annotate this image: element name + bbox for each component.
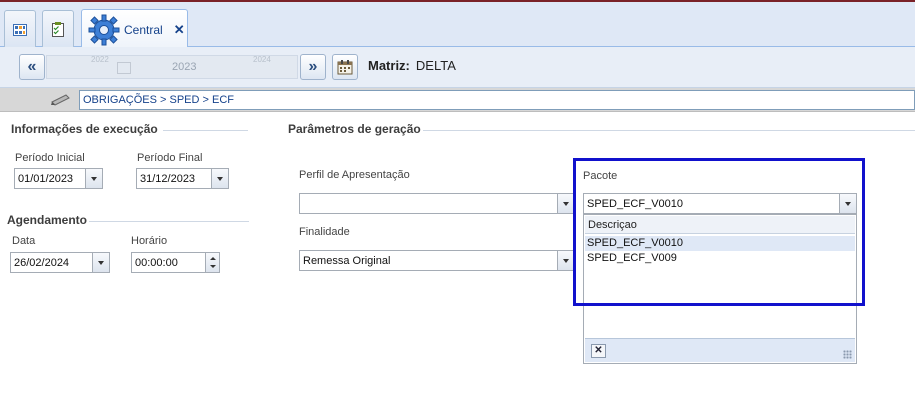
agendamento-heading: Agendamento bbox=[7, 213, 88, 227]
year-nav-bar: « 2022 2023 2024 » Matriz: DELTA bbox=[0, 47, 915, 88]
chevron-down-icon bbox=[845, 201, 851, 206]
execucao-divider bbox=[163, 130, 248, 131]
chevron-down-icon bbox=[91, 176, 97, 181]
parametros-divider bbox=[423, 130, 915, 131]
resize-grip-icon[interactable] bbox=[843, 350, 852, 359]
execucao-heading: Informações de execução bbox=[11, 122, 158, 136]
breadcrumb: OBRIGAÇÕES > SPED > ECF bbox=[79, 90, 915, 110]
matriz-info: Matriz: DELTA bbox=[368, 58, 456, 73]
list-item[interactable]: SPED_ECF_V0010 bbox=[585, 236, 855, 251]
calendar-button[interactable] bbox=[332, 54, 358, 80]
data-field[interactable]: 26/02/2024 bbox=[10, 252, 110, 273]
chevron-down-icon bbox=[563, 201, 569, 206]
chevron-down-icon bbox=[98, 260, 104, 265]
periodo-inicial-value: 01/01/2023 bbox=[18, 173, 74, 185]
year-next-label: 2024 bbox=[253, 55, 271, 64]
checklist-tab[interactable] bbox=[42, 10, 74, 48]
dropdown-footer: ✕ bbox=[585, 338, 855, 362]
next-year-button[interactable]: » bbox=[300, 54, 326, 80]
periodo-inicial-field[interactable]: 01/01/2023 bbox=[14, 168, 103, 189]
finalidade-field[interactable]: Remessa Original bbox=[299, 250, 575, 271]
list-item[interactable]: SPED_ECF_V009 bbox=[585, 251, 855, 266]
periodo-final-value: 31/12/2023 bbox=[140, 173, 196, 185]
periodo-final-field[interactable]: 31/12/2023 bbox=[136, 168, 229, 189]
gear-icon bbox=[88, 14, 120, 45]
spin-up-icon bbox=[210, 257, 216, 260]
periodo-final-label: Período Final bbox=[137, 152, 203, 164]
horario-spinner[interactable] bbox=[205, 253, 219, 272]
grid-view-tab[interactable] bbox=[4, 10, 36, 48]
data-dropdown-button[interactable] bbox=[92, 253, 109, 272]
clipboard-icon bbox=[52, 22, 64, 37]
finalidade-dropdown-button[interactable] bbox=[557, 251, 574, 270]
finalidade-label: Finalidade bbox=[299, 226, 350, 238]
double-chevron-left-icon: « bbox=[27, 58, 37, 75]
finalidade-value: Remessa Original bbox=[303, 255, 391, 267]
parametros-heading: Parâmetros de geração bbox=[288, 122, 421, 136]
chevron-down-icon bbox=[217, 176, 223, 181]
horario-field[interactable]: 00:00:00 bbox=[131, 252, 220, 273]
perfil-field[interactable] bbox=[299, 193, 575, 214]
chevron-down-icon bbox=[563, 258, 569, 263]
spin-down-icon bbox=[210, 265, 216, 268]
periodo-inicial-dropdown-button[interactable] bbox=[85, 169, 102, 188]
calendar-faded-icon bbox=[117, 62, 131, 74]
year-prev-label: 2022 bbox=[91, 55, 109, 64]
matriz-label: Matriz: bbox=[368, 58, 410, 73]
tab-central-label: Central bbox=[124, 22, 163, 37]
calendar-icon bbox=[337, 60, 353, 75]
periodo-inicial-label: Período Inicial bbox=[15, 152, 85, 164]
pacote-field[interactable]: SPED_ECF_V0010 bbox=[583, 193, 857, 214]
year-selector[interactable]: 2022 2023 2024 bbox=[46, 55, 298, 79]
data-value: 26/02/2024 bbox=[14, 257, 70, 269]
pacote-dropdown-button[interactable] bbox=[839, 194, 856, 213]
perfil-dropdown-button[interactable] bbox=[557, 194, 574, 213]
grid-icon bbox=[13, 23, 27, 36]
previous-year-button[interactable]: « bbox=[19, 54, 45, 80]
matriz-value: DELTA bbox=[415, 58, 456, 73]
tab-central[interactable]: Central ✕ bbox=[81, 9, 188, 49]
breadcrumb-bar: OBRIGAÇÕES > SPED > ECF bbox=[0, 88, 915, 112]
tab-strip: Central ✕ bbox=[0, 0, 915, 49]
pacote-label: Pacote bbox=[583, 170, 618, 182]
horario-value: 00:00:00 bbox=[135, 257, 178, 269]
year-current-label: 2023 bbox=[172, 61, 197, 73]
periodo-final-dropdown-button[interactable] bbox=[211, 169, 228, 188]
column-header-descricao[interactable]: Descriçao bbox=[585, 216, 855, 234]
agendamento-divider bbox=[89, 221, 249, 222]
close-tab-icon[interactable]: ✕ bbox=[174, 22, 185, 38]
pacote-value: SPED_ECF_V0010 bbox=[587, 198, 683, 210]
perfil-label: Perfil de Apresentação bbox=[299, 169, 410, 181]
double-chevron-right-icon: » bbox=[308, 58, 318, 75]
pacote-dropdown-list: Descriçao SPED_ECF_V0010 SPED_ECF_V009 ✕ bbox=[583, 214, 857, 364]
data-label: Data bbox=[12, 235, 36, 247]
pencil-icon bbox=[51, 94, 70, 106]
close-icon[interactable]: ✕ bbox=[591, 344, 606, 358]
horario-label: Horário bbox=[131, 235, 168, 247]
